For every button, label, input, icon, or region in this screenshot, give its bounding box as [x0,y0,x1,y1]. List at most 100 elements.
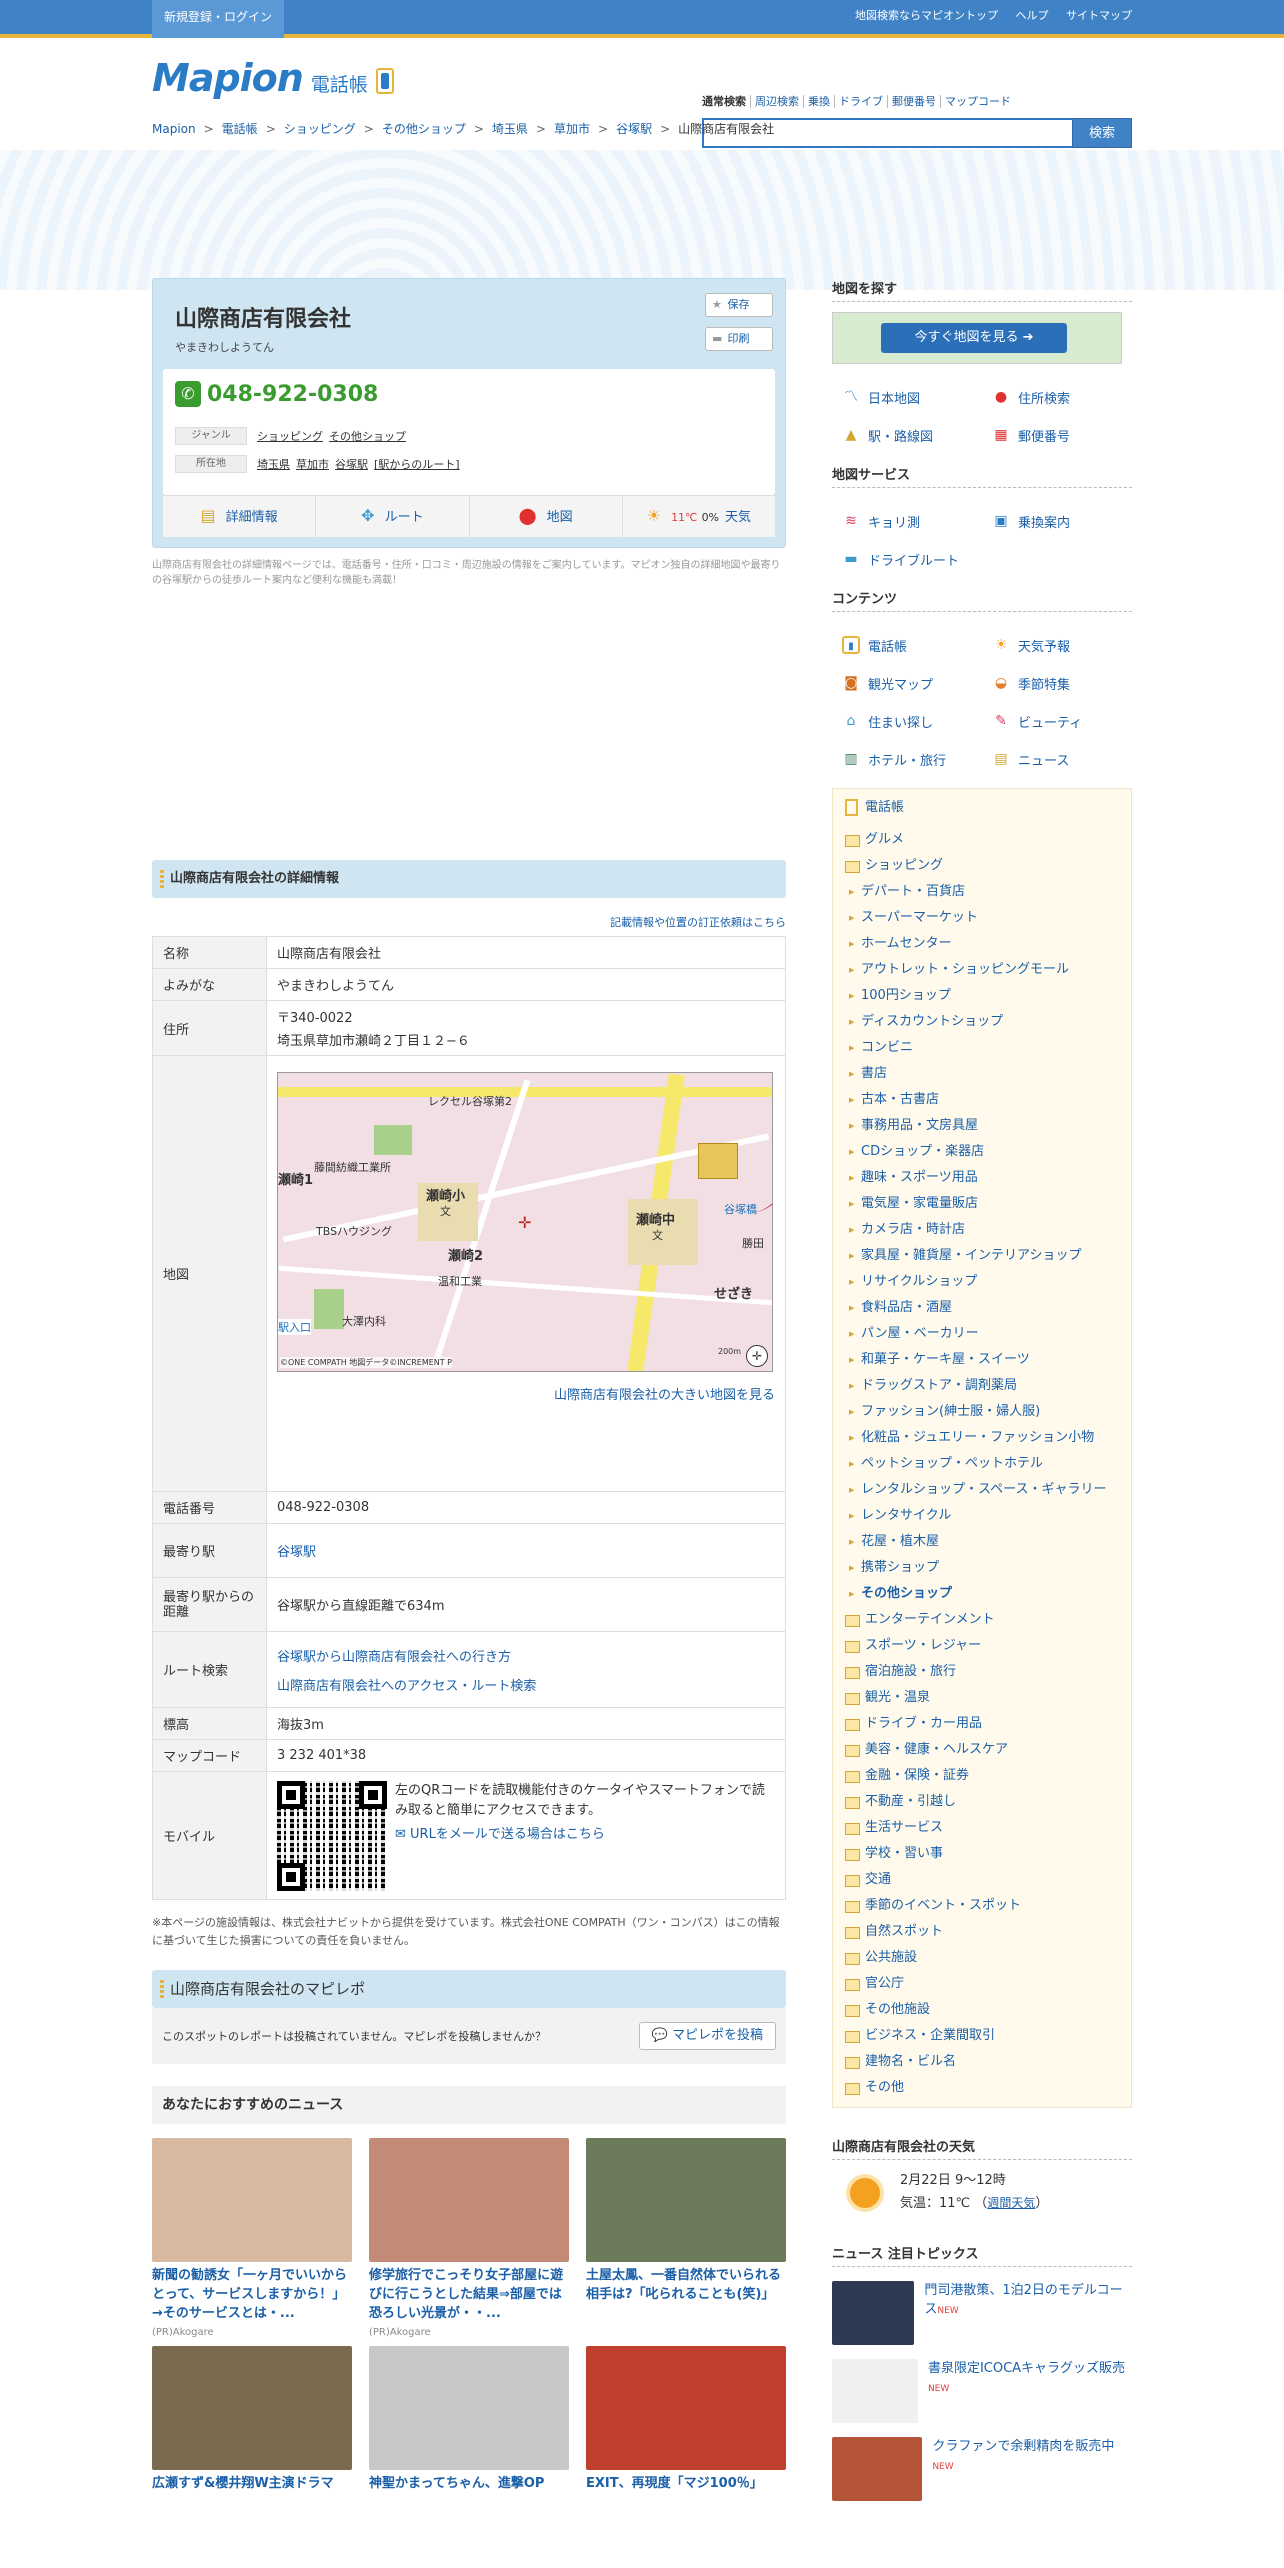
tab-detail[interactable]: ▤ 詳細情報 [163,496,316,537]
crumb-phonebook[interactable]: 電話帳 [222,122,258,136]
news-item[interactable]: EXIT、再現度「マジ100％」 [586,2346,786,2531]
tab-drive[interactable]: ドライブ [834,95,887,108]
subcategory-item[interactable]: ペットショップ・ペットホテル [843,1451,1121,1477]
subcategory-item[interactable]: 花屋・植木屋 [843,1529,1121,1555]
subcategory-item[interactable]: デパート・百貨店 [843,879,1121,905]
subcategory-item[interactable]: ファッション(紳士服・婦人服) [843,1399,1121,1425]
category-item[interactable]: 建物名・ビル名 [843,2049,1121,2075]
news-item[interactable]: 新聞の勧誘女「一ヶ月でいいからとって、サービスしますから！」→そのサービスとは・… [152,2138,352,2338]
map-banner[interactable]: 今すぐ地図を見る ➔ [832,312,1122,364]
subcategory-item[interactable]: 和菓子・ケーキ屋・スイーツ [843,1347,1121,1373]
crumb-yatsuka[interactable]: 谷塚駅 [616,122,652,136]
post-mapirepo-button[interactable]: 💬 マピレポを投稿 [638,2022,776,2050]
subcategory-item[interactable]: アウトレット・ショッピングモール [843,957,1121,983]
category-top[interactable]: 電話帳 [843,795,1121,821]
news-link[interactable]: ▤ ニュース [982,740,1132,778]
category-item[interactable]: 美容・健康・ヘルスケア [843,1737,1121,1763]
category-item[interactable]: 観光・温泉 [843,1685,1121,1711]
transfer-link[interactable]: ▣ 乗換案内 [982,502,1132,540]
addr-yatsuka-link[interactable]: 谷塚駅 [335,456,368,472]
news-item[interactable]: 神聖かまってちゃん、進撃OP [369,2346,569,2531]
category-item[interactable]: スポーツ・レジャー [843,1633,1121,1659]
mapion-top-link[interactable]: 地図検索ならマピオントップ [855,9,998,22]
station-link[interactable]: 谷塚駅 [277,1545,316,1560]
phone-number[interactable]: ✆ 048-922-0308 [175,381,763,407]
register-login-link[interactable]: 新規登録・ログイン [152,0,285,38]
crumb-soka[interactable]: 草加市 [554,122,590,136]
postal-code-link[interactable]: ▦ 郵便番号 [982,416,1132,454]
crumb-saitama[interactable]: 埼玉県 [492,122,528,136]
access-route-link[interactable]: 山際商店有限会社へのアクセス・ルート検索 [277,1679,536,1694]
category-item[interactable]: その他 [843,2075,1121,2101]
subcategory-item[interactable]: 家具屋・雑貨屋・インテリアショップ [843,1243,1121,1269]
housing-link[interactable]: ⌂ 住まい探し [832,702,982,740]
subcategory-item[interactable]: カメラ店・時計店 [843,1217,1121,1243]
tourism-map-link[interactable]: ◙ 観光マップ [832,664,982,702]
subcategory-item[interactable]: ドラッグストア・調剤薬局 [843,1373,1121,1399]
subcategory-item[interactable]: 100円ショップ [843,983,1121,1009]
category-item[interactable]: 金融・保険・証券 [843,1763,1121,1789]
subcategory-item[interactable]: 事務用品・文房具屋 [843,1113,1121,1139]
category-item[interactable]: ドライブ・カー用品 [843,1711,1121,1737]
subcategory-item[interactable]: 食料品店・酒屋 [843,1295,1121,1321]
topic-item[interactable]: 書泉限定ICOCAキャラグッズ販売 NEW [832,2359,1132,2423]
subcategory-item[interactable]: 書店 [843,1061,1121,1087]
category-item[interactable]: 交通 [843,1867,1121,1893]
save-button[interactable]: ★ 保存 [705,293,773,317]
subcategory-item[interactable]: パン屋・ベーカリー [843,1321,1121,1347]
crumb-shopping[interactable]: ショッピング [284,122,356,136]
view-map-now-button[interactable]: 今すぐ地図を見る ➔ [881,323,1067,353]
topic-item[interactable]: 門司港散策、1泊2日のモデルコースNEW [832,2281,1132,2345]
crumb-other-shop[interactable]: その他ショップ [382,122,466,136]
news-item[interactable]: 広瀬すず&櫻井翔W主演ドラマ [152,2346,352,2531]
big-map-link[interactable]: 山際商店有限会社の大きい地図を見る [554,1388,775,1403]
category-item[interactable]: ショッピング [843,853,1121,879]
subcategory-item[interactable]: CDショップ・楽器店 [843,1139,1121,1165]
hotel-link[interactable]: ▥ ホテル・旅行 [832,740,982,778]
japan-map-link[interactable]: 〽日本地図 [832,378,982,416]
tab-nearby-search[interactable]: 周辺検索 [750,95,803,108]
station-route-link[interactable]: [駅からのルート] [374,456,460,472]
category-item[interactable]: 学校・習い事 [843,1841,1121,1867]
search-button[interactable]: 検索 [1072,118,1132,148]
mapion-logo[interactable]: Mapion 電話帳 [152,54,394,102]
subcategory-item[interactable]: レンタサイクル [843,1503,1121,1529]
category-item[interactable]: 生活サービス [843,1815,1121,1841]
addr-soka-link[interactable]: 草加市 [296,456,329,472]
subcategory-item[interactable]: 携帯ショップ [843,1555,1121,1581]
phonebook-link[interactable]: ▮ 電話帳 [832,626,982,664]
news-item[interactable]: 土屋太鳳、一番自然体でいられる相手は?「叱られることも(笑)」 [586,2138,786,2338]
tab-normal-search[interactable]: 通常検索 [702,95,750,108]
tab-route[interactable]: ✥ ルート [315,496,469,537]
category-item[interactable]: 不動産・引越し [843,1789,1121,1815]
category-item[interactable]: 官公庁 [843,1971,1121,1997]
mail-url-link[interactable]: URLをメールで送る場合はこちら [410,1827,605,1842]
addr-saitama-link[interactable]: 埼玉県 [257,456,290,472]
subcategory-item[interactable]: レンタルショップ・スペース・ギャラリー [843,1477,1121,1503]
news-item[interactable]: 修学旅行でこっそり女子部屋に遊びに行こうとした結果⇒部屋では恐ろしい光景が・・.… [369,2138,569,2338]
crumb-mapion[interactable]: Mapion [152,122,196,136]
sitemap-link[interactable]: サイトマップ [1066,9,1132,22]
subcategory-item[interactable]: リサイクルショップ [843,1269,1121,1295]
print-button[interactable]: ▬ 印刷 [705,327,773,351]
subcategory-item[interactable]: コンビニ [843,1035,1121,1061]
correction-link[interactable]: 記載情報や位置の訂正依頼はこちら [610,916,786,929]
tab-postal[interactable]: 郵便番号 [887,95,940,108]
genre-shopping-link[interactable]: ショッピング [257,428,323,444]
tab-map[interactable]: ⬤ 地図 [468,496,622,537]
subcategory-item[interactable]: 古本・古書店 [843,1087,1121,1113]
subcategory-item[interactable]: その他ショップ [843,1581,1121,1607]
category-item[interactable]: その他施設 [843,1997,1121,2023]
drive-route-link[interactable]: ▬ ドライブルート [832,540,982,578]
topic-item[interactable]: クラファンで余剰精肉を販売中 NEW [832,2437,1132,2501]
category-item[interactable]: グルメ [843,827,1121,853]
category-item[interactable]: 公共施設 [843,1945,1121,1971]
subcategory-item[interactable]: ホームセンター [843,931,1121,957]
address-search-link[interactable]: ● 住所検索 [982,378,1132,416]
beauty-link[interactable]: ✎ ビューティ [982,702,1132,740]
subcategory-item[interactable]: 趣味・スポーツ用品 [843,1165,1121,1191]
subcategory-item[interactable]: ディスカウントショップ [843,1009,1121,1035]
tab-weather[interactable]: ☀ 11℃ 0% 天気 [621,496,775,537]
station-map-link[interactable]: ▲ 駅・路線図 [832,416,982,454]
help-link[interactable]: ヘルプ [1016,9,1049,22]
